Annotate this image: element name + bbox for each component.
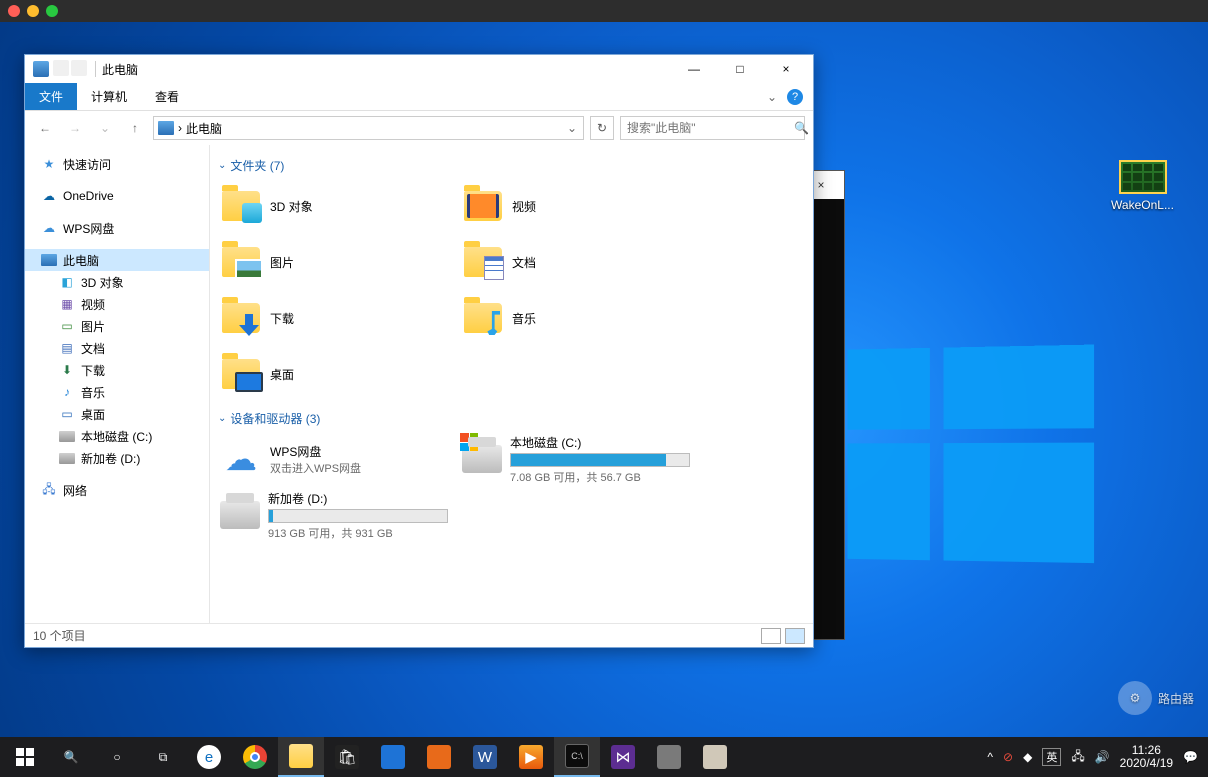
start-button[interactable] bbox=[2, 737, 48, 777]
up-button[interactable]: ↑ bbox=[123, 116, 147, 140]
maximize-button[interactable]: □ bbox=[717, 55, 763, 83]
nav-wps[interactable]: ☁WPS网盘 bbox=[25, 217, 209, 239]
help-button[interactable]: ? bbox=[787, 89, 803, 105]
tray-app-icon[interactable]: ◆ bbox=[1023, 750, 1032, 764]
nav-3dobjects[interactable]: ◧3D 对象 bbox=[25, 271, 209, 293]
nav-disk-d[interactable]: 新加卷 (D:) bbox=[25, 447, 209, 469]
device-disk-c[interactable]: 本地磁盘 (C:)7.08 GB 可用，共 56.7 GB bbox=[460, 433, 690, 485]
device-disk-d[interactable]: 新加卷 (D:)913 GB 可用，共 931 GB bbox=[218, 489, 448, 541]
tray-network-icon[interactable]: 🖧 bbox=[1071, 747, 1084, 768]
address-dropdown-icon[interactable]: ⌄ bbox=[561, 121, 583, 135]
mac-zoom-button[interactable] bbox=[46, 5, 58, 17]
search-box[interactable]: 🔍 bbox=[620, 116, 805, 140]
tray-ime[interactable]: 英 bbox=[1042, 748, 1061, 766]
nav-documents[interactable]: ▤文档 bbox=[25, 337, 209, 359]
mac-minimize-button[interactable] bbox=[27, 5, 39, 17]
taskbar-explorer[interactable] bbox=[278, 737, 324, 777]
taskbar-vs[interactable]: ⋈ bbox=[600, 737, 646, 777]
taskbar[interactable]: 🔍 ○ ⧉ e 🛍 W ▶ C:\ ⋈ ^ ⊘ ◆ 英 🖧 🔊 11:26 20… bbox=[0, 737, 1208, 777]
view-tiles-button[interactable] bbox=[785, 628, 805, 644]
address-bar[interactable]: › 此电脑 ⌄ bbox=[153, 116, 584, 140]
nav-desktop[interactable]: ▭桌面 bbox=[25, 403, 209, 425]
mac-titlebar bbox=[0, 0, 1208, 22]
watermark: ⚙ 路由器 bbox=[1118, 681, 1194, 715]
item-count: 10 个项目 bbox=[33, 627, 86, 644]
watermark-icon: ⚙ bbox=[1118, 681, 1152, 715]
desktop-icon-wakeonlan[interactable]: WakeOnL... bbox=[1105, 160, 1180, 212]
taskbar-cmd[interactable]: C:\ bbox=[554, 737, 600, 777]
cloud-icon: ☁ bbox=[221, 445, 261, 473]
tray-notifications-icon[interactable]: 💬 bbox=[1183, 750, 1198, 764]
taskbar-app-blue[interactable] bbox=[370, 737, 416, 777]
minimize-button[interactable]: — bbox=[671, 55, 717, 83]
close-button[interactable]: × bbox=[763, 55, 809, 83]
tray-clock[interactable]: 11:26 2020/4/19 bbox=[1120, 744, 1173, 770]
nav-pictures[interactable]: ▭图片 bbox=[25, 315, 209, 337]
folder-pictures[interactable]: 图片 bbox=[218, 236, 448, 288]
windows-logo bbox=[847, 344, 1104, 579]
nav-downloads[interactable]: ⬇下载 bbox=[25, 359, 209, 381]
taskbar-app-grey[interactable] bbox=[646, 737, 692, 777]
quick-access-toolbar[interactable] bbox=[53, 60, 89, 79]
taskbar-app-word[interactable]: W bbox=[462, 737, 508, 777]
folder-videos[interactable]: 视频 bbox=[460, 180, 690, 232]
folder-music[interactable]: 音乐 bbox=[460, 292, 690, 344]
search-icon[interactable]: 🔍 bbox=[788, 121, 815, 135]
ribbon: 文件 计算机 查看 ⌄ ? bbox=[25, 83, 813, 111]
search-input[interactable] bbox=[621, 121, 788, 135]
search-button[interactable]: 🔍 bbox=[48, 737, 94, 777]
address-bar-row: ← → ⌄ ↑ › 此电脑 ⌄ ↻ 🔍 bbox=[25, 111, 813, 145]
tab-computer[interactable]: 计算机 bbox=[77, 83, 141, 110]
folder-desktop[interactable]: 桌面 bbox=[218, 348, 448, 400]
taskbar-chrome[interactable] bbox=[232, 737, 278, 777]
refresh-button[interactable]: ↻ bbox=[590, 116, 614, 140]
nav-music[interactable]: ♪音乐 bbox=[25, 381, 209, 403]
taskbar-player[interactable]: ▶ bbox=[508, 737, 554, 777]
group-devices-header[interactable]: ⌄设备和驱动器 (3) bbox=[218, 410, 805, 427]
thispc-icon bbox=[33, 61, 49, 77]
nav-videos[interactable]: ▦视频 bbox=[25, 293, 209, 315]
tray-security-icon[interactable]: ⊘ bbox=[1003, 750, 1013, 764]
nav-thispc[interactable]: 此电脑 bbox=[25, 249, 209, 271]
nav-quick-access[interactable]: ★快速访问 bbox=[25, 153, 209, 175]
explorer-window: 此电脑 — □ × 文件 计算机 查看 ⌄ ? ← → ⌄ ↑ bbox=[24, 54, 814, 648]
status-bar: 10 个项目 bbox=[25, 623, 813, 647]
taskbar-app-orange[interactable] bbox=[416, 737, 462, 777]
forward-button[interactable]: → bbox=[63, 116, 87, 140]
tray-chevron-icon[interactable]: ^ bbox=[987, 750, 993, 764]
folder-documents[interactable]: 文档 bbox=[460, 236, 690, 288]
system-tray[interactable]: ^ ⊘ ◆ 英 🖧 🔊 11:26 2020/4/19 💬 bbox=[979, 744, 1206, 770]
nav-disk-c[interactable]: 本地磁盘 (C:) bbox=[25, 425, 209, 447]
taskbar-app-panel[interactable] bbox=[692, 737, 738, 777]
group-folders-header[interactable]: ⌄文件夹 (7) bbox=[218, 157, 805, 174]
window-title: 此电脑 bbox=[102, 61, 138, 78]
titlebar[interactable]: 此电脑 — □ × bbox=[25, 55, 813, 83]
chip-icon bbox=[1119, 160, 1167, 194]
taskbar-store[interactable]: 🛍 bbox=[324, 737, 370, 777]
tab-file[interactable]: 文件 bbox=[25, 83, 77, 110]
ribbon-expand-icon[interactable]: ⌄ bbox=[767, 90, 777, 104]
desktop-icon-label: WakeOnL... bbox=[1105, 198, 1180, 212]
tray-volume-icon[interactable]: 🔊 bbox=[1095, 750, 1110, 764]
recent-locations-button[interactable]: ⌄ bbox=[93, 116, 117, 140]
folder-3dobjects[interactable]: 3D 对象 bbox=[218, 180, 448, 232]
thispc-icon bbox=[158, 121, 174, 135]
nav-network[interactable]: 🖧网络 bbox=[25, 479, 209, 501]
content-pane[interactable]: ⌄文件夹 (7) 3D 对象 视频 图片 文档 下载 音乐 桌面 ⌄设备和驱动器… bbox=[210, 145, 813, 623]
nav-onedrive[interactable]: ☁OneDrive bbox=[25, 185, 209, 207]
tab-view[interactable]: 查看 bbox=[141, 83, 193, 110]
cortana-button[interactable]: ○ bbox=[94, 737, 140, 777]
device-wps[interactable]: ☁ WPS网盘双击进入WPS网盘 bbox=[218, 433, 448, 485]
folder-downloads[interactable]: 下载 bbox=[218, 292, 448, 344]
taskview-button[interactable]: ⧉ bbox=[140, 737, 186, 777]
taskbar-edge[interactable]: e bbox=[186, 737, 232, 777]
back-button[interactable]: ← bbox=[33, 116, 57, 140]
view-details-button[interactable] bbox=[761, 628, 781, 644]
windows-desktop[interactable]: WakeOnL... — □ × -1 此电脑 — □ × bbox=[0, 22, 1208, 737]
mac-close-button[interactable] bbox=[8, 5, 20, 17]
navigation-pane[interactable]: ★快速访问 ☁OneDrive ☁WPS网盘 此电脑 ◧3D 对象 ▦视频 ▭图… bbox=[25, 145, 210, 623]
address-path[interactable]: 此电脑 bbox=[182, 120, 226, 137]
